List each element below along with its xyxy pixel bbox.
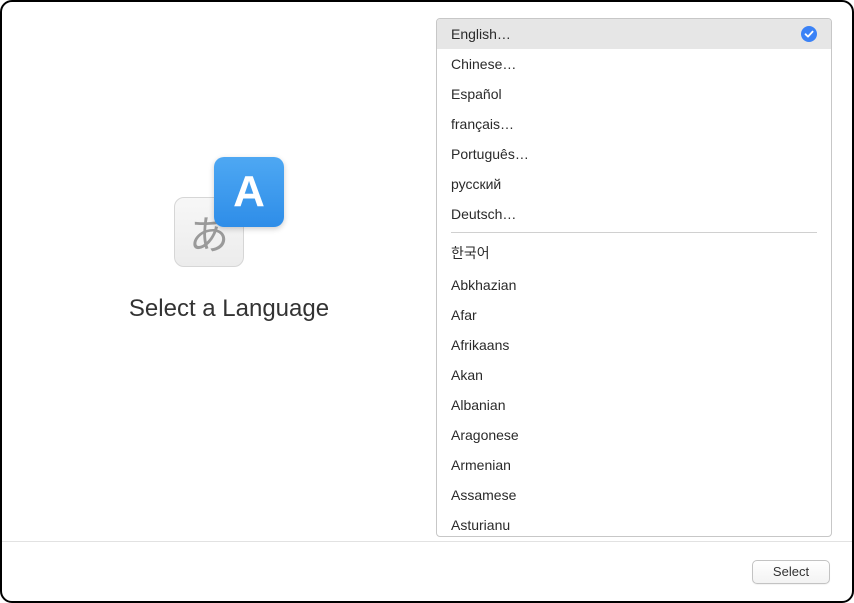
language-option[interactable]: Armenian	[437, 450, 831, 480]
language-label: Aragonese	[451, 427, 519, 443]
language-option[interactable]: русский	[437, 169, 831, 199]
language-label: français…	[451, 116, 514, 132]
language-label: Afrikaans	[451, 337, 509, 353]
language-label: 한국어	[451, 243, 490, 263]
language-option[interactable]: Chinese…	[437, 49, 831, 79]
language-option[interactable]: Español	[437, 79, 831, 109]
language-list-container: English… Chinese… Español français… Portuguê…	[436, 18, 832, 537]
language-label: Português…	[451, 146, 529, 162]
language-label: Akan	[451, 367, 483, 383]
language-label: Afar	[451, 307, 477, 323]
language-label: Chinese…	[451, 56, 516, 72]
language-label: Asturianu	[451, 517, 510, 533]
language-label: Abkhazian	[451, 277, 516, 293]
language-option[interactable]: 한국어	[437, 236, 831, 270]
language-label: Armenian	[451, 457, 511, 473]
language-label: русский	[451, 176, 501, 192]
language-icon: あ A	[174, 157, 284, 267]
check-icon	[801, 26, 817, 42]
language-select-window: あ A Select a Language English… Chinese… Es…	[0, 0, 854, 603]
language-option[interactable]: Akan	[437, 360, 831, 390]
language-label: Español	[451, 86, 502, 102]
language-label: English…	[451, 26, 511, 42]
language-option[interactable]: English…	[437, 19, 831, 49]
language-option[interactable]: Afrikaans	[437, 330, 831, 360]
left-pane: あ A Select a Language	[22, 18, 436, 541]
language-label: Albanian	[451, 397, 506, 413]
list-divider	[451, 232, 817, 233]
language-option[interactable]: français…	[437, 109, 831, 139]
language-option[interactable]: Abkhazian	[437, 270, 831, 300]
language-option[interactable]: Aragonese	[437, 420, 831, 450]
language-option[interactable]: Assamese	[437, 480, 831, 510]
latin-a-tile-icon: A	[214, 157, 284, 227]
footer-bar: Select	[2, 541, 852, 601]
language-label: Assamese	[451, 487, 516, 503]
language-option[interactable]: Deutsch…	[437, 199, 831, 229]
page-title: Select a Language	[129, 295, 329, 323]
language-option[interactable]: Afar	[437, 300, 831, 330]
language-option[interactable]: Português…	[437, 139, 831, 169]
content-area: あ A Select a Language English… Chinese… Es…	[2, 2, 852, 541]
language-option[interactable]: Asturianu	[437, 510, 831, 536]
select-button[interactable]: Select	[752, 560, 830, 584]
language-label: Deutsch…	[451, 206, 516, 222]
language-option[interactable]: Albanian	[437, 390, 831, 420]
language-list[interactable]: English… Chinese… Español français… Portuguê…	[437, 19, 831, 536]
